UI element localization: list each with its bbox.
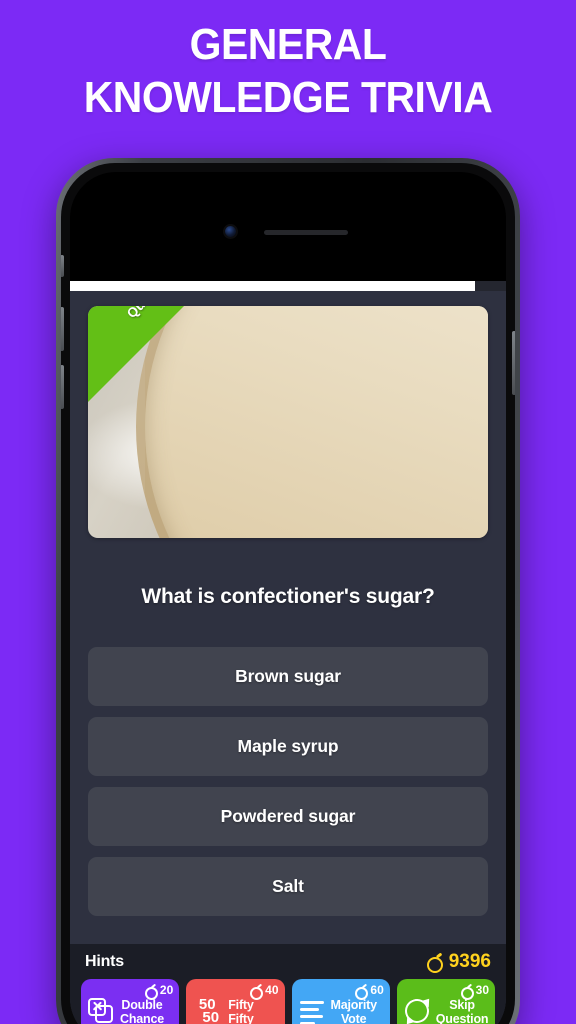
- volume-down-button[interactable]: [61, 365, 64, 409]
- majority-vote-icon: [299, 998, 326, 1024]
- hint-label-line-2: Chance: [120, 1012, 164, 1024]
- hints-bar: Hints 9396 20 Double Chance 40 50 50 Fif…: [70, 944, 506, 1024]
- hint-fifty-fifty-button[interactable]: 40 50 50 Fifty Fifty: [186, 979, 285, 1024]
- answer-option-3[interactable]: Powdered sugar: [88, 787, 488, 846]
- hint-button-row: 20 Double Chance 40 50 50 Fifty Fifty 60…: [81, 979, 495, 1024]
- hint-label-line-1: Majority: [330, 997, 378, 1012]
- hint-double-chance-cost: 20: [144, 983, 174, 1000]
- hint-label-line-2: Question: [435, 1012, 489, 1024]
- hint-label-line-2: Vote: [340, 1012, 367, 1024]
- coin-icon: [355, 984, 369, 1000]
- hint-double-chance-label: Double Chance: [120, 998, 164, 1024]
- coin-balance[interactable]: 9396: [426, 951, 491, 973]
- app-screen: Double Question What is confectioner's s…: [70, 281, 506, 1024]
- hint-label-line-1: Double: [121, 997, 163, 1012]
- hint-label-line-2: Fifty: [228, 1012, 254, 1024]
- hint-majority-vote-cost-value: 60: [370, 983, 384, 997]
- coin-icon: [144, 984, 158, 1000]
- question-progress-bar: [70, 281, 506, 291]
- coin-balance-value: 9396: [448, 951, 491, 972]
- hint-majority-vote-button[interactable]: 60 Majority Vote: [291, 979, 390, 1024]
- hint-double-chance-button[interactable]: 20 Double Chance: [81, 979, 180, 1024]
- coin-icon: [426, 954, 443, 973]
- hint-fifty-fifty-cost: 40: [250, 983, 279, 1000]
- answer-list: Brown sugar Maple syrup Powdered sugar S…: [88, 647, 488, 916]
- hint-fifty-fifty-cost-value: 40: [265, 983, 279, 997]
- answer-option-2[interactable]: Maple syrup: [88, 717, 488, 776]
- answer-option-1[interactable]: Brown sugar: [88, 647, 488, 706]
- question-image: Double Question: [88, 306, 488, 538]
- phone-mockup: Double Question What is confectioner's s…: [56, 158, 520, 1024]
- hints-header: Hints 9396: [81, 951, 495, 979]
- fifty-fifty-icon: 50 50: [193, 997, 223, 1024]
- hint-skip-question-label: Skip Question: [436, 998, 489, 1024]
- coin-icon: [460, 984, 474, 1000]
- front-camera-icon: [225, 226, 236, 237]
- page-title-line-2: KNOWLEDGE TRIVIA: [83, 73, 493, 122]
- bowl-rim-shape: [136, 306, 488, 538]
- fifty-fifty-icon-bottom: 50: [202, 1008, 220, 1024]
- skip-question-icon: [401, 995, 433, 1024]
- hint-label-line-1: Skip: [449, 997, 475, 1012]
- hint-skip-question-cost-value: 30: [475, 983, 489, 997]
- hint-label-line-1: Fifty: [228, 997, 254, 1012]
- hint-fifty-fifty-label: Fifty Fifty: [228, 997, 254, 1024]
- phone-inner-frame: Double Question What is confectioner's s…: [61, 163, 515, 1024]
- hint-skip-question-button[interactable]: 30 Skip Question: [396, 979, 495, 1024]
- double-chance-icon: [88, 997, 115, 1024]
- quiz-content: Double Question What is confectioner's s…: [70, 291, 506, 944]
- double-question-ribbon: [88, 306, 184, 402]
- coin-icon: [250, 984, 264, 1000]
- page-title: GENERAL KNOWLEDGE TRIVIA: [20, 18, 556, 124]
- hints-title: Hints: [85, 953, 125, 970]
- hint-majority-vote-cost: 60: [355, 983, 384, 1000]
- silent-switch-button[interactable]: [61, 255, 64, 277]
- phone-bezel: Double Question What is confectioner's s…: [70, 172, 506, 1024]
- earpiece-speaker: [264, 230, 348, 235]
- question-text: What is confectioner's sugar?: [141, 585, 435, 608]
- answer-option-4[interactable]: Salt: [88, 857, 488, 916]
- power-button[interactable]: [512, 331, 515, 395]
- hint-majority-vote-label: Majority Vote: [330, 997, 378, 1024]
- volume-up-button[interactable]: [61, 307, 64, 351]
- page-title-line-1: GENERAL: [189, 20, 387, 69]
- hint-double-chance-cost-value: 20: [159, 983, 174, 997]
- hint-skip-question-cost: 30: [460, 983, 489, 1000]
- question-progress-fill: [70, 281, 476, 291]
